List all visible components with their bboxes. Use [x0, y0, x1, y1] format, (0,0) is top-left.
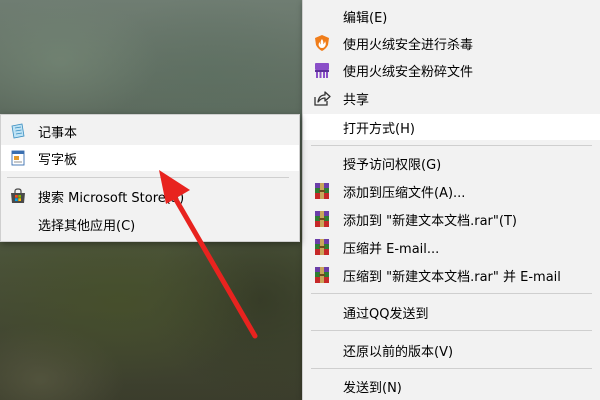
winrar-icon: [315, 183, 329, 199]
microsoft-store-icon: [11, 188, 25, 203]
winrar-icon: [315, 267, 329, 283]
menu-separator: [311, 330, 592, 331]
menu-item-add-to-archive[interactable]: 添加到压缩文件(A)...: [303, 178, 600, 204]
submenu-item-label: 写字板: [38, 152, 78, 168]
menu-item-label: 共享: [343, 92, 370, 108]
menu-item-label: 发送到(N): [343, 380, 402, 396]
menu-separator: [311, 368, 592, 369]
menu-item-share[interactable]: 共享: [303, 85, 600, 111]
menu-item-restore-versions[interactable]: 还原以前的版本(V): [303, 337, 600, 363]
menu-separator: [7, 177, 289, 178]
menu-item-add-to-rar[interactable]: 添加到 "新建文本文档.rar"(T): [303, 206, 600, 232]
menu-item-label: 压缩并 E-mail...: [343, 241, 440, 257]
menu-item-edit[interactable]: 编辑(E): [303, 3, 600, 29]
menu-item-open-with[interactable]: 打开方式(H): [303, 114, 600, 140]
menu-item-label: 打开方式(H): [343, 121, 415, 137]
menu-item-huorong-shred[interactable]: 使用火绒安全粉碎文件: [303, 57, 600, 83]
submenu-item-search-store[interactable]: 搜索 Microsoft Store(S): [1, 183, 299, 209]
menu-item-label: 使用火绒安全粉碎文件: [343, 64, 474, 80]
share-icon: [314, 91, 331, 106]
menu-item-compress-email[interactable]: 压缩并 E-mail...: [303, 234, 600, 260]
menu-item-label: 添加到压缩文件(A)...: [343, 185, 466, 201]
menu-separator: [311, 293, 592, 294]
notepad-icon: [11, 123, 25, 139]
winrar-icon: [315, 239, 329, 255]
menu-item-label: 使用火绒安全进行杀毒: [343, 37, 474, 53]
menu-item-label: 还原以前的版本(V): [343, 344, 454, 360]
submenu-item-notepad[interactable]: 记事本: [1, 118, 299, 144]
menu-separator: [311, 145, 592, 146]
menu-item-compress-to-rar-email[interactable]: 压缩到 "新建文本文档.rar" 并 E-mail: [303, 262, 600, 288]
menu-item-send-to[interactable]: 发送到(N): [303, 373, 600, 399]
open-with-submenu: 记事本 写字板 搜索 Microsoft Store(S) 选择其他应用(C): [0, 114, 300, 242]
submenu-item-label: 记事本: [38, 125, 78, 141]
menu-item-label: 压缩到 "新建文本文档.rar" 并 E-mail: [343, 269, 561, 285]
menu-item-label: 授予访问权限(G): [343, 157, 442, 173]
file-shredder-icon: [315, 63, 329, 78]
submenu-item-label: 选择其他应用(C): [38, 218, 136, 234]
menu-item-send-via-qq[interactable]: 通过QQ发送到: [303, 299, 600, 325]
context-menu: 编辑(E) 使用火绒安全进行杀毒 使用火绒安全粉碎文件 共享 打开方式(H) 授…: [302, 0, 600, 400]
menu-item-label: 通过QQ发送到: [343, 306, 429, 322]
submenu-item-wordpad[interactable]: 写字板: [1, 145, 299, 171]
menu-item-huorong-scan[interactable]: 使用火绒安全进行杀毒: [303, 30, 600, 56]
menu-item-label: 编辑(E): [343, 10, 388, 26]
submenu-item-label: 搜索 Microsoft Store(S): [38, 190, 185, 206]
menu-item-grant-access[interactable]: 授予访问权限(G): [303, 150, 600, 176]
menu-item-label: 添加到 "新建文本文档.rar"(T): [343, 213, 517, 229]
winrar-icon: [315, 211, 329, 227]
huorong-shield-icon: [315, 35, 329, 51]
submenu-item-choose-app[interactable]: 选择其他应用(C): [1, 211, 299, 237]
wordpad-icon: [11, 150, 25, 166]
